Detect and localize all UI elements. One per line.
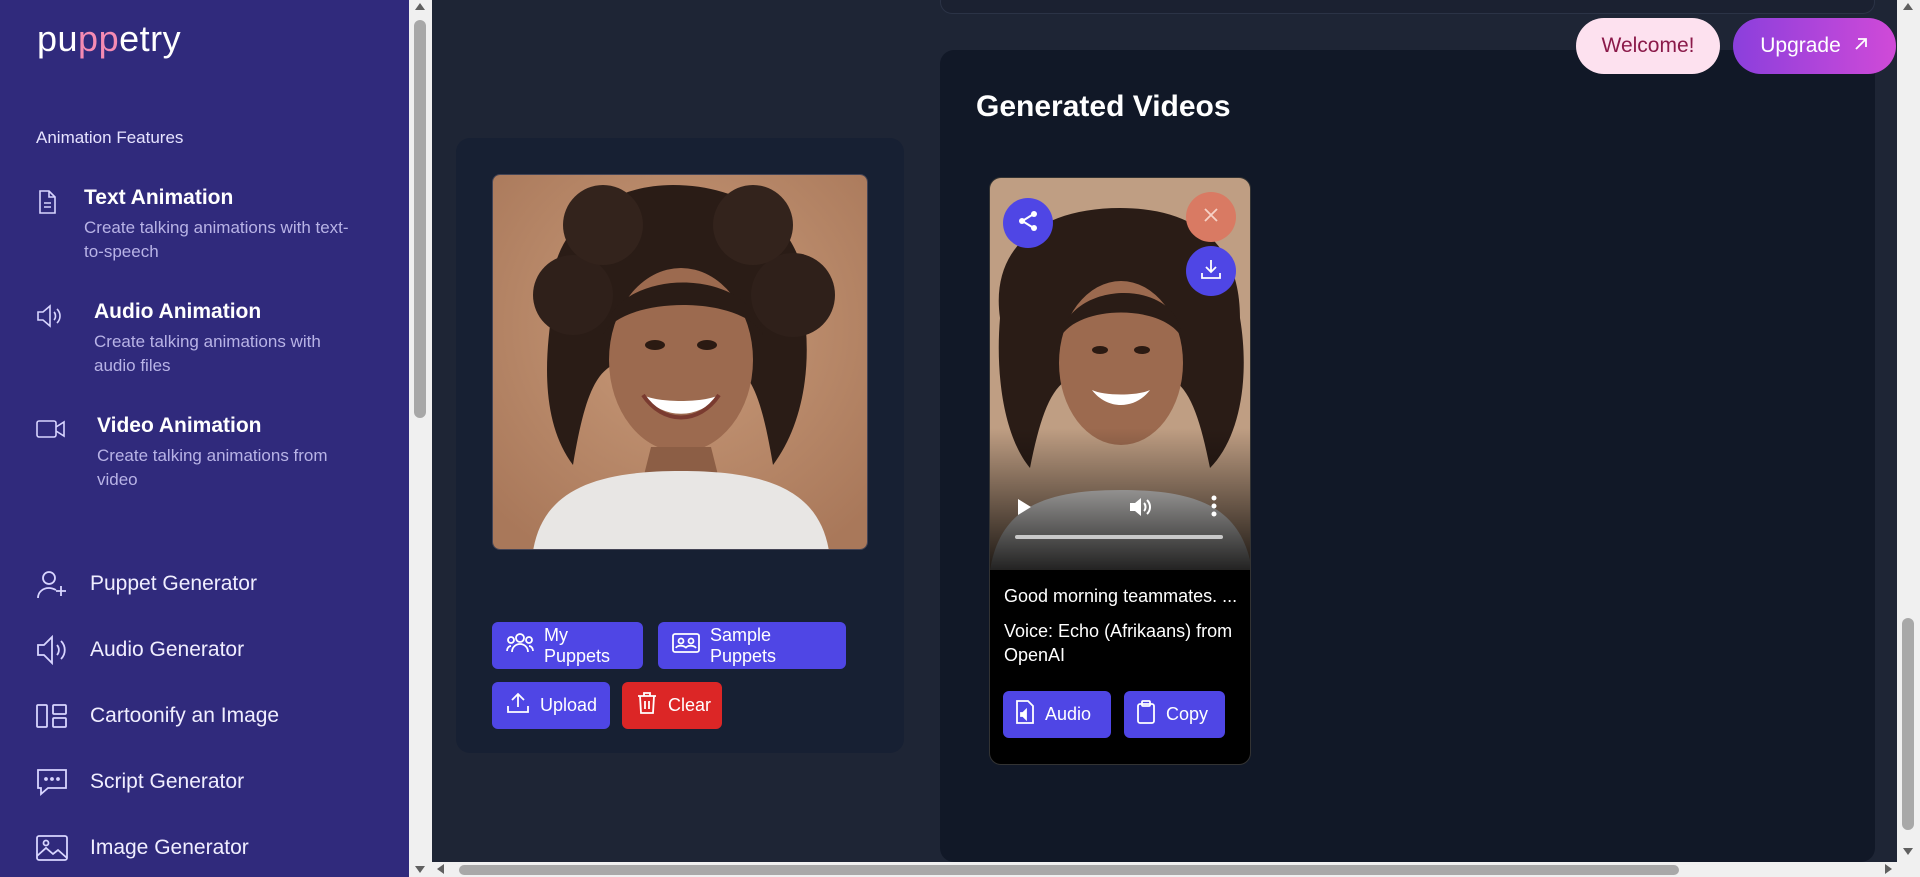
- layout-icon: [36, 703, 90, 729]
- horizontal-scrollbar[interactable]: [432, 862, 1897, 877]
- upload-icon: [506, 692, 530, 719]
- chat-bubble-icon: [36, 767, 90, 797]
- delete-video-button[interactable]: [1186, 192, 1236, 242]
- user-plus-icon: [36, 568, 90, 600]
- external-arrow-icon: [1853, 34, 1869, 58]
- scrollbar-thumb[interactable]: [1902, 618, 1914, 830]
- welcome-button[interactable]: Welcome!: [1576, 18, 1720, 74]
- sidebar-item-script-generator[interactable]: Script Generator: [36, 762, 244, 802]
- generated-videos-title: Generated Videos: [976, 90, 1231, 123]
- download-button[interactable]: [1186, 246, 1236, 296]
- app-logo[interactable]: puppetry: [37, 18, 181, 60]
- copy-button[interactable]: Copy: [1124, 691, 1225, 738]
- upgrade-button[interactable]: Upgrade: [1733, 18, 1896, 74]
- section-title: Animation Features: [36, 128, 184, 147]
- trash-icon: [636, 691, 658, 720]
- sidebar-scrollbar[interactable]: [409, 0, 432, 877]
- users-icon: [506, 632, 534, 659]
- video-progress-bar[interactable]: [1015, 535, 1223, 539]
- id-card-icon: [672, 632, 700, 659]
- image-icon: [36, 834, 90, 862]
- my-puppets-button[interactable]: My Puppets: [492, 622, 643, 669]
- speaker-icon: [36, 635, 90, 665]
- audio-file-icon: [1015, 700, 1035, 729]
- sidebar-item-image-generator[interactable]: Image Generator: [36, 828, 249, 868]
- page-scrollbar[interactable]: [1897, 0, 1920, 877]
- scrollbar-thumb[interactable]: [459, 865, 1679, 875]
- more-options-icon[interactable]: [1211, 495, 1217, 522]
- close-icon: [1203, 207, 1219, 228]
- sample-puppets-button[interactable]: Sample Puppets: [658, 622, 846, 669]
- sidebar-item-cartoonify[interactable]: Cartoonify an Image: [36, 696, 279, 736]
- volume-icon[interactable]: [1128, 496, 1154, 523]
- audio-button[interactable]: Audio: [1003, 691, 1111, 738]
- sidebar-item-puppet-generator[interactable]: Puppet Generator: [36, 564, 257, 604]
- video-voice-text: Voice: Echo (Afrikaans) from OpenAI: [1004, 621, 1233, 665]
- sidebar-item-audio-animation[interactable]: Audio Animation Create talking animation…: [36, 300, 364, 378]
- scrollbar-thumb[interactable]: [414, 20, 426, 418]
- share-icon: [1017, 210, 1039, 237]
- speaker-icon: [36, 300, 94, 330]
- clipboard-icon: [1136, 700, 1156, 729]
- top-panel-edge: [940, 0, 1875, 14]
- video-card: Good morning teammates. ... Voice: Echo …: [989, 177, 1251, 765]
- sidebar-item-text-animation[interactable]: Text Animation Create talking animations…: [36, 186, 354, 264]
- puppet-portrait[interactable]: [492, 174, 868, 550]
- share-button[interactable]: [1003, 198, 1053, 248]
- video-camera-icon: [36, 414, 97, 444]
- play-icon[interactable]: [1016, 498, 1032, 521]
- clear-button[interactable]: Clear: [622, 682, 722, 729]
- sidebar: puppetry Animation Features Text Animati…: [0, 0, 409, 877]
- document-icon: [36, 186, 84, 216]
- download-icon: [1200, 258, 1222, 285]
- sidebar-item-audio-generator[interactable]: Audio Generator: [36, 630, 244, 670]
- video-script-text: Good morning teammates. ...: [1004, 586, 1238, 606]
- upload-button[interactable]: Upload: [492, 682, 610, 729]
- sidebar-item-video-animation[interactable]: Video Animation Create talking animation…: [36, 414, 367, 492]
